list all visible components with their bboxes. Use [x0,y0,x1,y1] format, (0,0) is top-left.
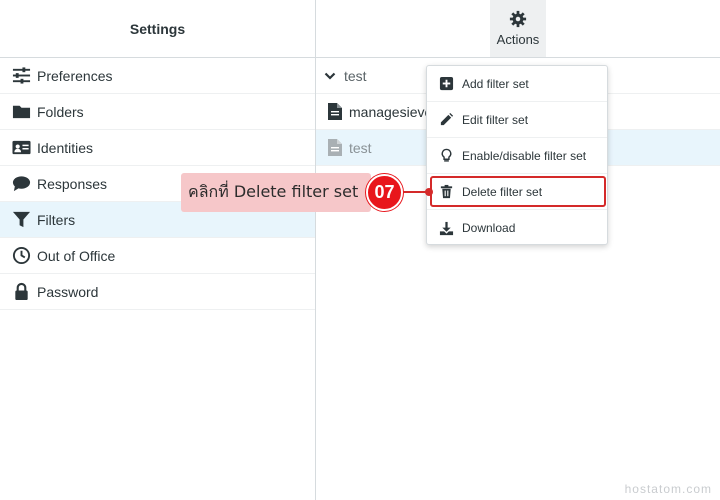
pencil-icon [438,112,454,128]
menu-item-label: Enable/disable filter set [462,148,587,163]
instruction-callout: คลิกที่ Delete filter set [181,173,371,212]
filter-set-label: managesieve [349,103,433,120]
menu-item-add-filter-set[interactable]: Add filter set [427,66,607,102]
delete-highlight-box [430,176,606,207]
step-number-badge: 07 [366,174,403,211]
sidebar-item-preferences[interactable]: Preferences [0,58,315,94]
sidebar-item-password[interactable]: Password [0,274,315,310]
file-icon [328,103,342,120]
clock-icon [10,246,32,266]
sidebar-item-label: Folders [37,103,84,120]
menu-item-label: Download [462,221,516,235]
plus-square-icon [438,76,454,92]
menu-item-enable-disable-filter-set[interactable]: Enable/disable filter set [427,138,607,174]
actions-label: Actions [496,32,540,47]
sidebar-item-label: Preferences [37,67,113,84]
watermark: hostatom.com [624,482,712,496]
folder-icon [10,102,32,122]
sidebar-item-label: Responses [37,175,108,192]
instruction-text: คลิกที่ Delete filter set [188,182,359,201]
settings-panel: Settings Preferences Folders Identities … [0,0,316,500]
callout-connector-dot [425,188,433,196]
chevron-down-icon [324,72,336,80]
menu-item-label: Edit filter set [462,112,529,127]
sidebar-item-label: Out of Office [37,247,116,264]
toolbar: Actions [316,0,720,58]
id-card-icon [10,138,32,158]
sidebar-item-label: Filters [37,211,76,228]
filter-set-label: test [349,139,372,156]
filter-icon [10,210,32,230]
sidebar-item-label: Password [37,283,99,300]
sidebar-item-folders[interactable]: Folders [0,94,315,130]
settings-header: Settings [0,0,315,58]
menu-item-label: Add filter set [462,76,529,91]
lightbulb-icon [438,148,454,164]
filter-set-group-label: test [344,67,367,84]
actions-button[interactable]: Actions [490,0,546,57]
download-icon [438,220,454,236]
lock-icon [10,282,32,302]
sidebar-item-label: Identities [37,139,94,156]
comment-icon [10,174,32,194]
file-icon [328,139,342,156]
gear-icon [509,10,527,28]
menu-item-edit-filter-set[interactable]: Edit filter set [427,102,607,138]
sidebar-item-out-of-office[interactable]: Out of Office [0,238,315,274]
actions-menu: Add filter set Edit filter set Enable/di… [426,65,608,245]
menu-item-download[interactable]: Download [427,210,607,246]
sliders-icon [10,66,32,86]
sidebar-item-identities[interactable]: Identities [0,130,315,166]
